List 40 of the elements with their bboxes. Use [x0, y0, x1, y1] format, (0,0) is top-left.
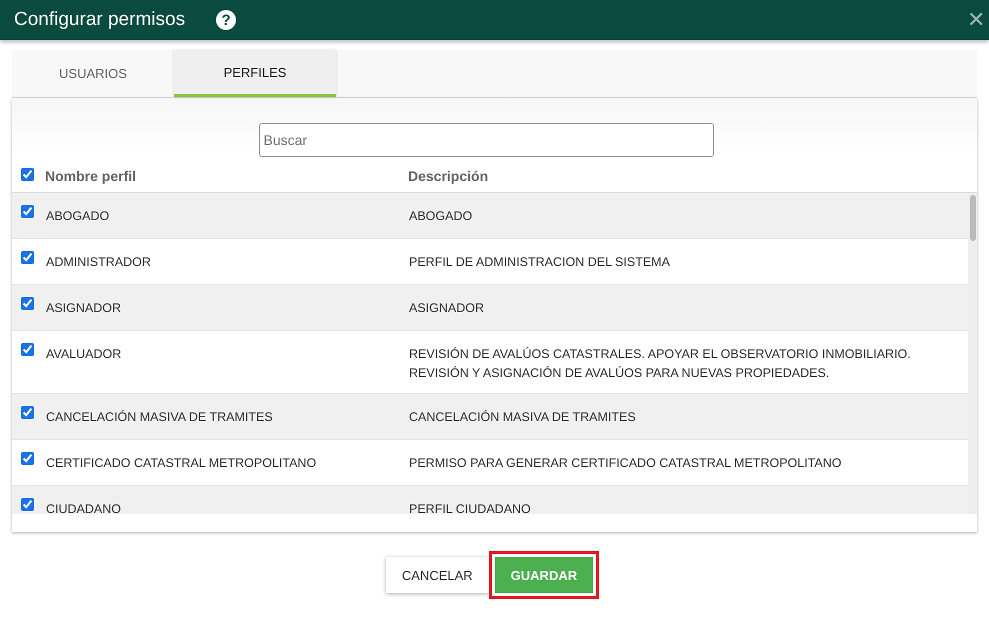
row-checkbox[interactable] [21, 251, 34, 264]
table-cell-text: PERFIL DE ADMINISTRACION DEL SISTEMA [409, 254, 671, 271]
row-checkbox[interactable] [21, 452, 34, 465]
row-checkbox[interactable] [21, 205, 34, 218]
table-cell-text: ADMINISTRADOR [46, 254, 152, 271]
table-cell-text: ASIGNADOR [409, 300, 486, 317]
table-row[interactable]: CERTIFICADO CATASTRAL METROPOLITANO PERMISO PARA GENERAR CERTIFICADO CATASTRAL METROPOLITANO [12, 440, 968, 486]
table-row[interactable]: CIUDADANO PERFIL CIUDADANO [12, 486, 968, 514]
row-checkbox[interactable] [21, 406, 34, 419]
close-icon[interactable]: ✕ [967, 7, 985, 33]
tab[interactable]: PERFILES [174, 50, 336, 97]
row-checkbox[interactable] [21, 297, 34, 310]
select-all-checkbox[interactable] [21, 168, 34, 181]
tab[interactable]: USUARIOS [12, 50, 174, 97]
table-row[interactable]: ABOGADO ABOGADO [12, 193, 968, 239]
table-cell-text: CANCELACIÓN MASIVA DE TRAMITES [46, 409, 274, 426]
table-cell-text: AVALUADOR [46, 346, 122, 363]
table-cell-text: PERFIL CIUDADANO [409, 501, 532, 514]
column-header[interactable]: Nombre perfil [45, 168, 408, 184]
table-cell-text: CERTIFICADO CATASTRAL METROPOLITANO [46, 455, 318, 472]
help-icon[interactable]: ? [216, 10, 236, 30]
table-cell-text: ABOGADO [409, 208, 474, 225]
row-checkbox[interactable] [21, 498, 34, 511]
cancel-button[interactable]: CANCELAR [386, 557, 489, 593]
table-cell-text: ASIGNADOR [46, 300, 122, 317]
table-cell-text: REVISIÓN DE AVALÚOS CATASTRALES. APOYAR EL OBSERVATORIO INMOBILIARIO. REVISIÓN Y ASIGNACIÓN DE AVALÚOS PARA NUEVAS PROPIEDADES. [409, 346, 912, 382]
window-title: Configurar permisos [14, 9, 186, 31]
column-header[interactable]: Descripción [408, 168, 977, 184]
table-row[interactable]: AVALUADOR REVISIÓN DE AVALÚOS CATASTRALES. APOYAR EL OBSERVATORIO INMOBILIARIO. REVISIÓN Y ASIGNACIÓN DE AVALÚOS PARA NUEVAS PROPIEDADES. [12, 331, 968, 394]
table-cell-text: CANCELACIÓN MASIVA DE TRAMITES [409, 409, 637, 426]
scrollbar-thumb[interactable] [970, 195, 976, 241]
table-row[interactable]: ADMINISTRADOR PERFIL DE ADMINISTRACION DEL SISTEMA [12, 239, 968, 285]
scrollbar[interactable] [968, 193, 977, 514]
table-row[interactable]: CANCELACIÓN MASIVA DE TRAMITES CANCELACIÓN MASIVA DE TRAMITES [12, 394, 968, 440]
table-cell-text: PERMISO PARA GENERAR CERTIFICADO CATASTRAL METROPOLITANO [409, 455, 842, 472]
row-checkbox[interactable] [21, 343, 34, 356]
table-cell-text: ABOGADO [46, 208, 110, 225]
table-row[interactable]: ASIGNADOR ASIGNADOR [12, 285, 968, 331]
search-field[interactable]: Buscar [258, 123, 714, 157]
table-cell-text: CIUDADANO [46, 501, 122, 514]
